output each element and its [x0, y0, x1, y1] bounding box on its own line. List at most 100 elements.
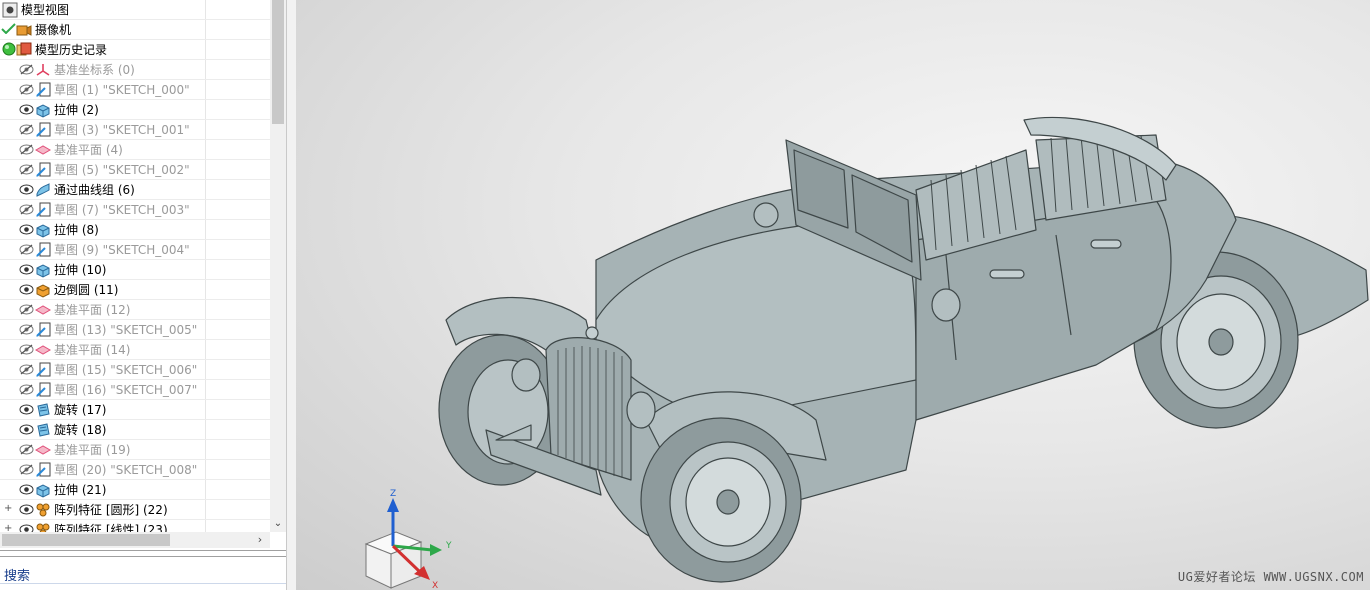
tree-node[interactable]: 模型历史记录 [0, 40, 270, 60]
tree-node[interactable]: 基准平面 (14) [0, 340, 270, 360]
column-divider [205, 160, 206, 179]
tree-node[interactable]: 模型视图 [0, 0, 270, 20]
car-model [438, 116, 1369, 583]
column-divider [205, 460, 206, 479]
column-divider [205, 300, 206, 319]
tree-node-label: 草图 (7) "SKETCH_003" [54, 203, 190, 217]
column-divider [205, 280, 206, 299]
column-divider [205, 380, 206, 399]
tree-node[interactable]: 草图 (9) "SKETCH_004" [0, 240, 270, 260]
column-divider [205, 520, 206, 532]
tree-node[interactable]: 草图 (1) "SKETCH_000" [0, 80, 270, 100]
tree-node-label: 草图 (9) "SKETCH_004" [54, 243, 190, 257]
tree-node[interactable]: 基准平面 (12) [0, 300, 270, 320]
part-navigator: 模型视图摄像机模型历史记录基准坐标系 (0) 草图 (1) "SKETCH_000… [0, 0, 286, 590]
x-axis-label: X [432, 581, 438, 590]
column-divider [205, 360, 206, 379]
tree-node-label: 草图 (15) "SKETCH_006" [54, 363, 198, 377]
tree-node[interactable]: 草图 (15) "SKETCH_006" [0, 360, 270, 380]
tree-node-label: 草图 (5) "SKETCH_002" [54, 163, 190, 177]
tree-node-label: 基准平面 (14) [54, 343, 131, 357]
z-axis-label: Z [390, 489, 396, 499]
sketch-icon [36, 162, 51, 177]
tree-node-label: 旋转 (17) [54, 403, 107, 417]
tree-node[interactable]: 通过曲线组 (6) [0, 180, 270, 200]
tree-node[interactable]: 旋转 (17) [0, 400, 270, 420]
tree-node[interactable]: + 阵列特征 [圆形] (22) [0, 500, 270, 520]
column-divider [205, 80, 206, 99]
tree-node-label: 草图 (3) "SKETCH_001" [54, 123, 190, 137]
sketch-icon [36, 82, 51, 97]
tree-node[interactable]: 边倒圆 (11) [0, 280, 270, 300]
camera-icon [16, 25, 32, 36]
tree-node-label: 拉伸 (21) [54, 483, 107, 497]
tree-node[interactable]: 草图 (3) "SKETCH_001" [0, 120, 270, 140]
column-divider [205, 240, 206, 259]
tree-node-label: 基准平面 (4) [54, 143, 123, 157]
tree-node-label: 模型视图 [21, 3, 70, 17]
scroll-down-arrow[interactable]: ⌄ [270, 516, 286, 532]
tree-node-label: 草图 (13) "SKETCH_005" [54, 323, 198, 337]
scroll-right-arrow[interactable]: › [252, 532, 268, 548]
horizontal-scroll-thumb[interactable] [2, 534, 170, 546]
vertical-scroll-thumb[interactable] [272, 0, 284, 124]
tree-node[interactable]: 基准平面 (19) [0, 440, 270, 460]
wcs-triad[interactable]: Z Y X [356, 484, 456, 590]
tree-node-label: 阵列特征 [线性] (23) [54, 523, 168, 532]
extrude-icon [36, 224, 50, 238]
tree-node[interactable]: 拉伸 (10) [0, 260, 270, 280]
column-divider [205, 200, 206, 219]
tree-node-label: 草图 (16) "SKETCH_007" [54, 383, 198, 397]
tree-node[interactable]: 拉伸 (21) [0, 480, 270, 500]
graphics-viewport[interactable]: UG爱好者论坛 WWW.UGSNX.COM Z Y X [296, 0, 1370, 590]
pattern-icon [36, 523, 50, 532]
search-section-label[interactable]: 搜索 [4, 565, 30, 584]
edge-blend-icon [36, 284, 50, 298]
tree-node[interactable]: 草图 (13) "SKETCH_005" [0, 320, 270, 340]
column-divider [205, 0, 206, 19]
tree-node[interactable]: 基准平面 (4) [0, 140, 270, 160]
datum-plane-icon [35, 145, 51, 155]
tree-node[interactable]: 拉伸 (8) [0, 220, 270, 240]
panel-splitter[interactable] [286, 0, 296, 590]
tree-node-label: 拉伸 (8) [54, 223, 99, 237]
column-divider [205, 320, 206, 339]
sketch-icon [36, 462, 51, 477]
tree-node[interactable]: 草图 (16) "SKETCH_007" [0, 380, 270, 400]
column-divider [205, 100, 206, 119]
tree-node[interactable]: 基准坐标系 (0) [0, 60, 270, 80]
y-axis-label: Y [445, 541, 452, 551]
extrude-icon [36, 484, 50, 498]
expand-toggle-icon[interactable]: + [4, 523, 14, 532]
datum-csys-icon [36, 64, 50, 76]
search-divider [0, 583, 286, 584]
revolve-icon [37, 403, 50, 417]
column-divider [205, 400, 206, 419]
sketch-icon [36, 362, 51, 377]
tree-node[interactable]: 摄像机 [0, 20, 270, 40]
tree-node-label: 基准坐标系 (0) [54, 63, 135, 77]
tree-node[interactable]: 草图 (7) "SKETCH_003" [0, 200, 270, 220]
tree-node[interactable]: 拉伸 (2) [0, 100, 270, 120]
tree-node[interactable]: + 阵列特征 [线性] (23) [0, 520, 270, 532]
tree-node[interactable]: 草图 (20) "SKETCH_008" [0, 460, 270, 480]
tree-node-label: 拉伸 (10) [54, 263, 107, 277]
datum-plane-icon [35, 345, 51, 355]
datum-plane-icon [35, 445, 51, 455]
column-divider [205, 40, 206, 59]
tree-node-label: 基准平面 (19) [54, 443, 131, 457]
tree-node-label: 摄像机 [35, 23, 72, 37]
tree-node[interactable]: 旋转 (18) [0, 420, 270, 440]
tree-node[interactable]: 草图 (5) "SKETCH_002" [0, 160, 270, 180]
column-divider [205, 180, 206, 199]
sketch-icon [36, 242, 51, 257]
column-divider [205, 20, 206, 39]
expand-toggle-icon[interactable]: + [4, 503, 14, 514]
tree-node-label: 草图 (1) "SKETCH_000" [54, 83, 190, 97]
feature-tree[interactable]: 模型视图摄像机模型历史记录基准坐标系 (0) 草图 (1) "SKETCH_000… [0, 0, 270, 532]
tree-node-label: 旋转 (18) [54, 423, 107, 437]
tree-node-label: 模型历史记录 [35, 43, 108, 57]
pattern-icon [36, 503, 50, 517]
model-views-icon [2, 2, 18, 18]
column-divider [205, 140, 206, 159]
